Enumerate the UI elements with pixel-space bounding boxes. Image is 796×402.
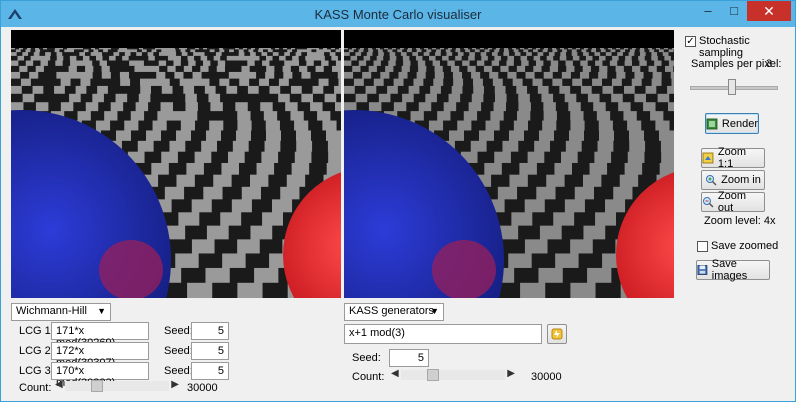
count-value-right: 30000 — [531, 371, 562, 383]
lcg3-label: LCG 3: — [19, 365, 54, 377]
lcg1-seed-label: Seed: — [164, 325, 193, 337]
stochastic-sampling-checkbox[interactable]: ✓ — [685, 36, 696, 47]
seed-label-right: Seed: — [352, 352, 381, 364]
zoom-out-icon — [702, 197, 714, 208]
minimize-button[interactable]: – — [695, 1, 721, 21]
generator-select-left[interactable]: Wichmann-Hill ▼ — [11, 303, 111, 321]
scroll-left-icon[interactable]: ◀ — [391, 368, 399, 379]
save-zoomed-checkbox[interactable] — [697, 241, 708, 252]
lcg1-seed-input[interactable]: 5 — [191, 322, 229, 340]
lightning-icon — [551, 328, 563, 340]
save-images-label: Save images — [711, 258, 748, 282]
zoom-reset-icon — [702, 152, 714, 164]
lcg3-formula-input[interactable]: 170*x mod(30323) — [51, 362, 149, 389]
zoom-in-icon — [706, 175, 717, 186]
lcg1-formula-input[interactable]: 171*x mod(30269) — [51, 322, 149, 349]
chevron-down-icon: ▼ — [97, 306, 106, 316]
render-view-left[interactable] — [11, 30, 341, 298]
main-window: KASS Monte Carlo visualiser – □ ✕ Wichma… — [0, 0, 796, 402]
count-scrollbar-right[interactable]: ◀ ▶ — [389, 368, 517, 382]
lcg2-seed-label: Seed: — [164, 345, 193, 357]
scroll-thumb[interactable] — [427, 369, 439, 381]
samples-slider-thumb[interactable] — [728, 79, 736, 95]
count-label-left: Count: — [19, 382, 52, 394]
count-scrollbar-left[interactable]: ◀ ▶ — [53, 379, 181, 393]
seed-input-right[interactable]: 5 — [389, 349, 429, 367]
lcg2-formula-input[interactable]: 172*x mod(30307) — [51, 342, 149, 369]
scroll-right-icon[interactable]: ▶ — [171, 379, 179, 390]
chevron-down-icon: ▼ — [430, 306, 439, 316]
save-images-button[interactable]: Save images — [696, 258, 770, 282]
scroll-right-icon[interactable]: ▶ — [507, 368, 515, 379]
formula-apply-button[interactable] — [547, 324, 567, 344]
lcg3-seed-label: Seed: — [164, 365, 193, 377]
window-title: KASS Monte Carlo visualiser — [314, 7, 482, 22]
close-button[interactable]: ✕ — [747, 1, 791, 21]
generator-select-right-value: KASS generators — [349, 305, 434, 317]
generator-select-right[interactable]: KASS generators ▼ — [344, 303, 444, 321]
scroll-thumb[interactable] — [91, 380, 103, 392]
zoom-1-1-button[interactable]: Zoom 1:1 — [701, 146, 765, 170]
count-label-right: Count: — [352, 371, 385, 383]
stochastic-sampling-label: Stochastic sampling — [699, 35, 750, 59]
render-icon — [706, 118, 718, 129]
scroll-track[interactable] — [401, 370, 505, 380]
count-value-left: 30000 — [187, 382, 218, 394]
scroll-left-icon[interactable]: ◀ — [55, 379, 63, 390]
lcg2-label: LCG 2: — [19, 345, 54, 357]
sphere-reflection — [99, 240, 163, 298]
generator-select-left-value: Wichmann-Hill — [16, 305, 87, 317]
lcg1-label: LCG 1: — [19, 325, 54, 337]
save-icon — [697, 265, 708, 275]
sphere-reflection — [432, 240, 496, 298]
zoom-in-button[interactable]: Zoom in — [701, 170, 765, 190]
zoom-level-text: Zoom level: 4x — [704, 215, 776, 227]
render-button[interactable]: Render — [705, 113, 759, 134]
zoom-in-label: Zoom in — [721, 174, 761, 186]
render-button-label: Render — [721, 117, 758, 130]
zoom-1-1-label: Zoom 1:1 — [717, 146, 747, 170]
zoom-out-label: Zoom out — [717, 190, 747, 214]
samples-per-pixel-value: 3 — [766, 58, 773, 70]
maximize-button[interactable]: □ — [721, 1, 747, 21]
scroll-track[interactable] — [65, 381, 169, 391]
kass-formula-input[interactable]: x+1 mod(3) — [344, 324, 542, 344]
zoom-out-button[interactable]: Zoom out — [701, 190, 765, 214]
lcg3-seed-input[interactable]: 5 — [191, 362, 229, 380]
title-bar[interactable]: KASS Monte Carlo visualiser – □ ✕ — [1, 1, 795, 27]
render-view-right[interactable] — [344, 30, 674, 298]
save-zoomed-label: Save zoomed — [711, 240, 779, 252]
lcg2-seed-input[interactable]: 5 — [191, 342, 229, 360]
